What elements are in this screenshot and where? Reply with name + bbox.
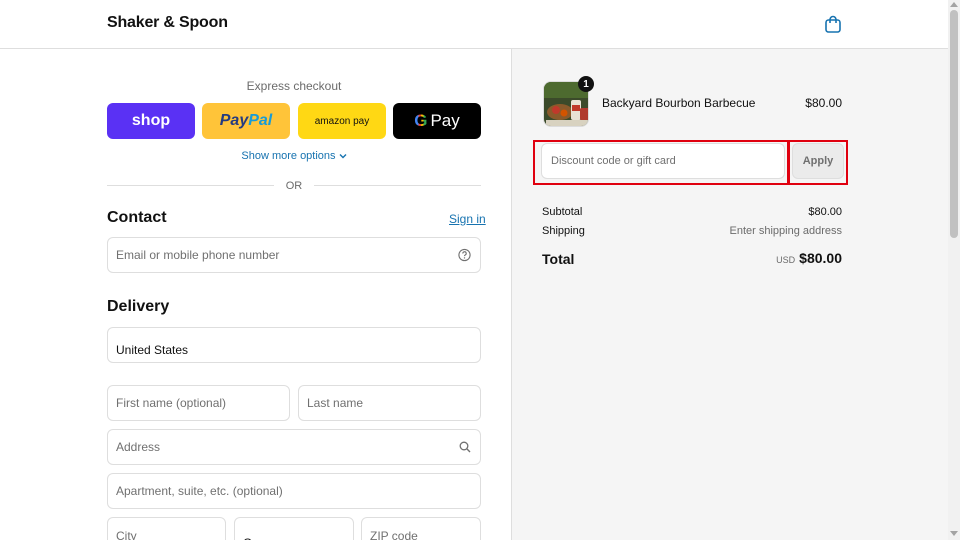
- state-value: Oregon: [243, 536, 283, 540]
- divider: [314, 185, 481, 186]
- show-more-options-link[interactable]: Show more options: [107, 150, 481, 162]
- country-value: United States: [116, 343, 189, 357]
- apartment-placeholder: Apartment, suite, etc. (optional): [116, 484, 283, 498]
- subtotal-label: Subtotal: [542, 206, 583, 218]
- last-name-field[interactable]: Last name: [298, 385, 481, 421]
- amazon-pay-label: amazon pay: [314, 115, 370, 127]
- scroll-down-arrow-icon[interactable]: [950, 531, 958, 536]
- total-value-group: USD $80.00: [700, 250, 842, 268]
- contact-title: Contact: [107, 209, 167, 226]
- email-field[interactable]: Email or mobile phone number: [107, 237, 481, 273]
- delivery-title: Delivery: [107, 298, 170, 315]
- address-placeholder: Address: [116, 440, 161, 454]
- shipping-label: Shipping: [542, 225, 585, 237]
- store-logo[interactable]: Shaker & Spoon: [107, 14, 228, 32]
- city-placeholder: City: [116, 529, 137, 540]
- scroll-up-arrow-icon[interactable]: [950, 2, 958, 7]
- first-name-placeholder: First name (optional): [116, 396, 227, 410]
- discount-placeholder: Discount code or gift card: [551, 155, 676, 167]
- product-price: $80.00: [805, 96, 842, 110]
- sign-in-link[interactable]: Sign in: [449, 212, 486, 226]
- amazon-pay-button[interactable]: amazon pay: [298, 103, 386, 139]
- shopping-bag-icon[interactable]: [824, 15, 842, 33]
- address-field[interactable]: Address: [107, 429, 481, 465]
- express-checkout-title: Express checkout: [246, 79, 342, 93]
- subtotal-value: $80.00: [808, 206, 842, 218]
- apply-label: Apply: [802, 155, 834, 167]
- email-placeholder: Email or mobile phone number: [116, 248, 280, 262]
- first-name-field[interactable]: First name (optional): [107, 385, 290, 421]
- zip-field[interactable]: ZIP code: [361, 517, 481, 540]
- apply-discount-button[interactable]: Apply: [792, 143, 844, 179]
- discount-code-field[interactable]: Discount code or gift card: [541, 143, 785, 179]
- zip-placeholder: ZIP code: [370, 529, 418, 540]
- total-amount: $80.00: [799, 250, 842, 266]
- quantity-badge: 1: [578, 76, 594, 92]
- last-name-placeholder: Last name: [307, 396, 364, 410]
- header: Shaker & Spoon: [0, 0, 948, 49]
- show-more-label: Show more options: [241, 150, 336, 162]
- divider: [107, 185, 274, 186]
- product-name: Backyard Bourbon Barbecue: [602, 96, 756, 110]
- page-scrollbar[interactable]: [948, 0, 960, 540]
- paypal-button[interactable]: Pay Pal: [202, 103, 290, 139]
- state-select[interactable]: Oregon: [234, 517, 354, 540]
- chevron-down-icon: [339, 154, 347, 159]
- google-pay-label: Pay: [430, 111, 460, 130]
- or-separator: OR: [285, 180, 303, 192]
- scrollbar-thumb[interactable]: [950, 10, 958, 238]
- shipping-value: Enter shipping address: [729, 225, 842, 237]
- paypal-label-a: Pay: [219, 112, 249, 129]
- paypal-label-b: Pal: [248, 112, 273, 129]
- apartment-field[interactable]: Apartment, suite, etc. (optional): [107, 473, 481, 509]
- city-field[interactable]: City: [107, 517, 226, 540]
- help-icon[interactable]: [458, 248, 471, 262]
- shop-pay-button[interactable]: shop: [107, 103, 195, 139]
- shop-pay-label: shop: [131, 112, 171, 129]
- search-icon: [459, 441, 471, 453]
- google-g-icon: G: [414, 111, 428, 130]
- currency-code: USD: [776, 255, 796, 265]
- country-select[interactable]: United States: [107, 327, 481, 363]
- total-label: Total: [542, 251, 575, 267]
- google-pay-button[interactable]: G Pay: [393, 103, 481, 139]
